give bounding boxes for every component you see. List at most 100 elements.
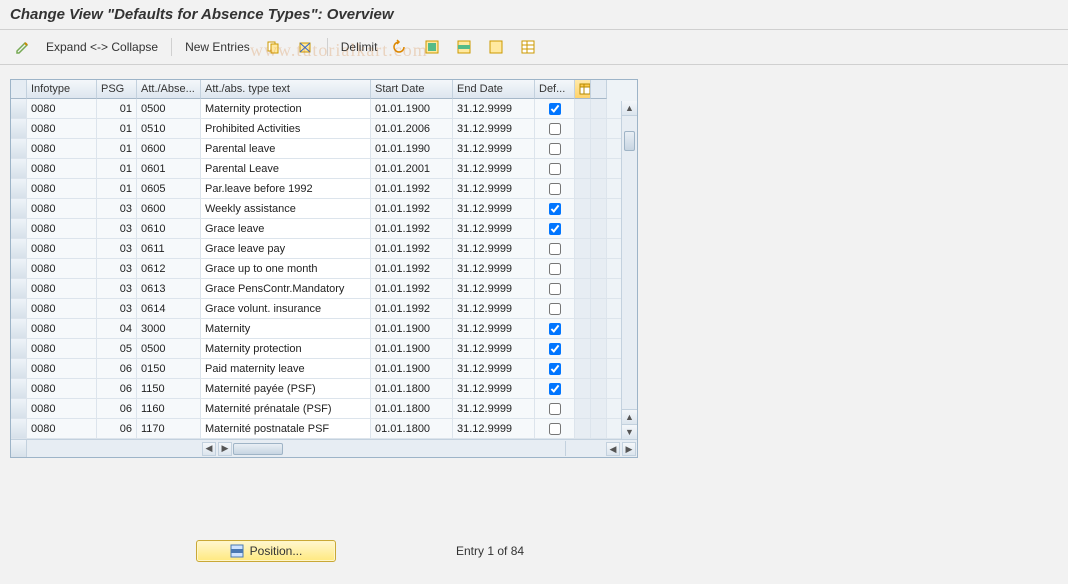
cell-att[interactable]: 0600 — [137, 199, 201, 218]
row-select-handle[interactable] — [11, 379, 27, 398]
cell-end[interactable]: 31.12.9999 — [453, 419, 535, 438]
cell-infotype[interactable]: 0080 — [27, 379, 97, 398]
column-header-text[interactable]: Att./abs. type text — [201, 80, 371, 99]
cell-psg[interactable]: 01 — [97, 99, 137, 118]
cell-infotype[interactable]: 0080 — [27, 359, 97, 378]
column-header-att[interactable]: Att./Abse... — [137, 80, 201, 99]
cell-def[interactable] — [535, 319, 575, 338]
cell-def[interactable] — [535, 219, 575, 238]
cell-psg[interactable]: 04 — [97, 319, 137, 338]
cell-psg[interactable]: 01 — [97, 159, 137, 178]
cell-start[interactable]: 01.01.1992 — [371, 219, 453, 238]
copy-as-button[interactable] — [260, 36, 286, 58]
cell-att[interactable]: 1170 — [137, 419, 201, 438]
cell-att[interactable]: 0500 — [137, 339, 201, 358]
cell-psg[interactable]: 03 — [97, 279, 137, 298]
cell-infotype[interactable]: 0080 — [27, 239, 97, 258]
row-select-handle[interactable] — [11, 159, 27, 178]
cell-def[interactable] — [535, 239, 575, 258]
scroll-right-button[interactable]: ▶ — [218, 442, 232, 456]
cell-text[interactable]: Paid maternity leave — [201, 359, 371, 378]
cell-infotype[interactable]: 0080 — [27, 99, 97, 118]
cell-infotype[interactable]: 0080 — [27, 139, 97, 158]
def-checkbox[interactable] — [549, 103, 561, 115]
cell-def[interactable] — [535, 339, 575, 358]
cell-text[interactable]: Maternity protection — [201, 99, 371, 118]
cell-def[interactable] — [535, 399, 575, 418]
scroll-up2-button[interactable]: ▲ — [622, 409, 637, 424]
cell-end[interactable]: 31.12.9999 — [453, 379, 535, 398]
def-checkbox[interactable] — [549, 123, 561, 135]
cell-infotype[interactable]: 0080 — [27, 159, 97, 178]
row-select-handle[interactable] — [11, 219, 27, 238]
row-select-handle[interactable] — [11, 339, 27, 358]
cell-end[interactable]: 31.12.9999 — [453, 199, 535, 218]
cell-text[interactable]: Parental Leave — [201, 159, 371, 178]
cell-end[interactable]: 31.12.9999 — [453, 239, 535, 258]
cell-psg[interactable]: 06 — [97, 419, 137, 438]
column-header-psg[interactable]: PSG — [97, 80, 137, 99]
cell-psg[interactable]: 03 — [97, 299, 137, 318]
cell-att[interactable]: 1150 — [137, 379, 201, 398]
cell-psg[interactable]: 01 — [97, 179, 137, 198]
cell-psg[interactable]: 01 — [97, 119, 137, 138]
row-select-handle[interactable] — [11, 239, 27, 258]
cell-psg[interactable]: 05 — [97, 339, 137, 358]
cell-end[interactable]: 31.12.9999 — [453, 359, 535, 378]
cell-end[interactable]: 31.12.9999 — [453, 279, 535, 298]
cell-end[interactable]: 31.12.9999 — [453, 99, 535, 118]
cell-infotype[interactable]: 0080 — [27, 279, 97, 298]
cell-psg[interactable]: 06 — [97, 399, 137, 418]
def-checkbox[interactable] — [549, 363, 561, 375]
scroll-left-button[interactable]: ◀ — [202, 442, 216, 456]
cell-text[interactable]: Parental leave — [201, 139, 371, 158]
cell-psg[interactable]: 03 — [97, 259, 137, 278]
scroll-right-end-button[interactable]: ▶ — [622, 442, 636, 456]
def-checkbox[interactable] — [549, 323, 561, 335]
cell-start[interactable]: 01.01.1992 — [371, 239, 453, 258]
cell-att[interactable]: 1160 — [137, 399, 201, 418]
cell-text[interactable]: Par.leave before 1992 — [201, 179, 371, 198]
cell-att[interactable]: 0150 — [137, 359, 201, 378]
cell-def[interactable] — [535, 379, 575, 398]
cell-infotype[interactable]: 0080 — [27, 219, 97, 238]
cell-def[interactable] — [535, 359, 575, 378]
cell-end[interactable]: 31.12.9999 — [453, 299, 535, 318]
cell-text[interactable]: Grace leave — [201, 219, 371, 238]
cell-att[interactable]: 0601 — [137, 159, 201, 178]
row-select-handle[interactable] — [11, 139, 27, 158]
cell-start[interactable]: 01.01.2001 — [371, 159, 453, 178]
cell-att[interactable]: 3000 — [137, 319, 201, 338]
cell-psg[interactable]: 06 — [97, 379, 137, 398]
position-button[interactable]: Position... — [196, 540, 336, 562]
cell-end[interactable]: 31.12.9999 — [453, 179, 535, 198]
vertical-scrollbar[interactable]: ▲ ▲ ▼ — [621, 101, 637, 439]
cell-def[interactable] — [535, 99, 575, 118]
column-header-end[interactable]: End Date — [453, 80, 535, 99]
cell-infotype[interactable]: 0080 — [27, 419, 97, 438]
cell-def[interactable] — [535, 159, 575, 178]
expand-collapse-button[interactable]: Expand <-> Collapse — [42, 40, 162, 54]
cell-end[interactable]: 31.12.9999 — [453, 399, 535, 418]
cell-start[interactable]: 01.01.1800 — [371, 379, 453, 398]
cell-att[interactable]: 0613 — [137, 279, 201, 298]
row-select-handle[interactable] — [11, 179, 27, 198]
row-select-handle[interactable] — [11, 279, 27, 298]
cell-text[interactable]: Maternity protection — [201, 339, 371, 358]
scroll-thumb-vertical[interactable] — [624, 131, 635, 151]
cell-def[interactable] — [535, 179, 575, 198]
cell-infotype[interactable]: 0080 — [27, 119, 97, 138]
column-header-infotype[interactable]: Infotype — [27, 80, 97, 99]
cell-infotype[interactable]: 0080 — [27, 339, 97, 358]
row-select-handle[interactable] — [11, 299, 27, 318]
def-checkbox[interactable] — [549, 163, 561, 175]
cell-end[interactable]: 31.12.9999 — [453, 339, 535, 358]
delete-button[interactable] — [292, 36, 318, 58]
cell-start[interactable]: 01.01.1990 — [371, 139, 453, 158]
cell-end[interactable]: 31.12.9999 — [453, 159, 535, 178]
cell-text[interactable]: Maternité payée (PSF) — [201, 379, 371, 398]
cell-psg[interactable]: 06 — [97, 359, 137, 378]
def-checkbox[interactable] — [549, 183, 561, 195]
cell-infotype[interactable]: 0080 — [27, 199, 97, 218]
toggle-change-mode-button[interactable] — [10, 36, 36, 58]
